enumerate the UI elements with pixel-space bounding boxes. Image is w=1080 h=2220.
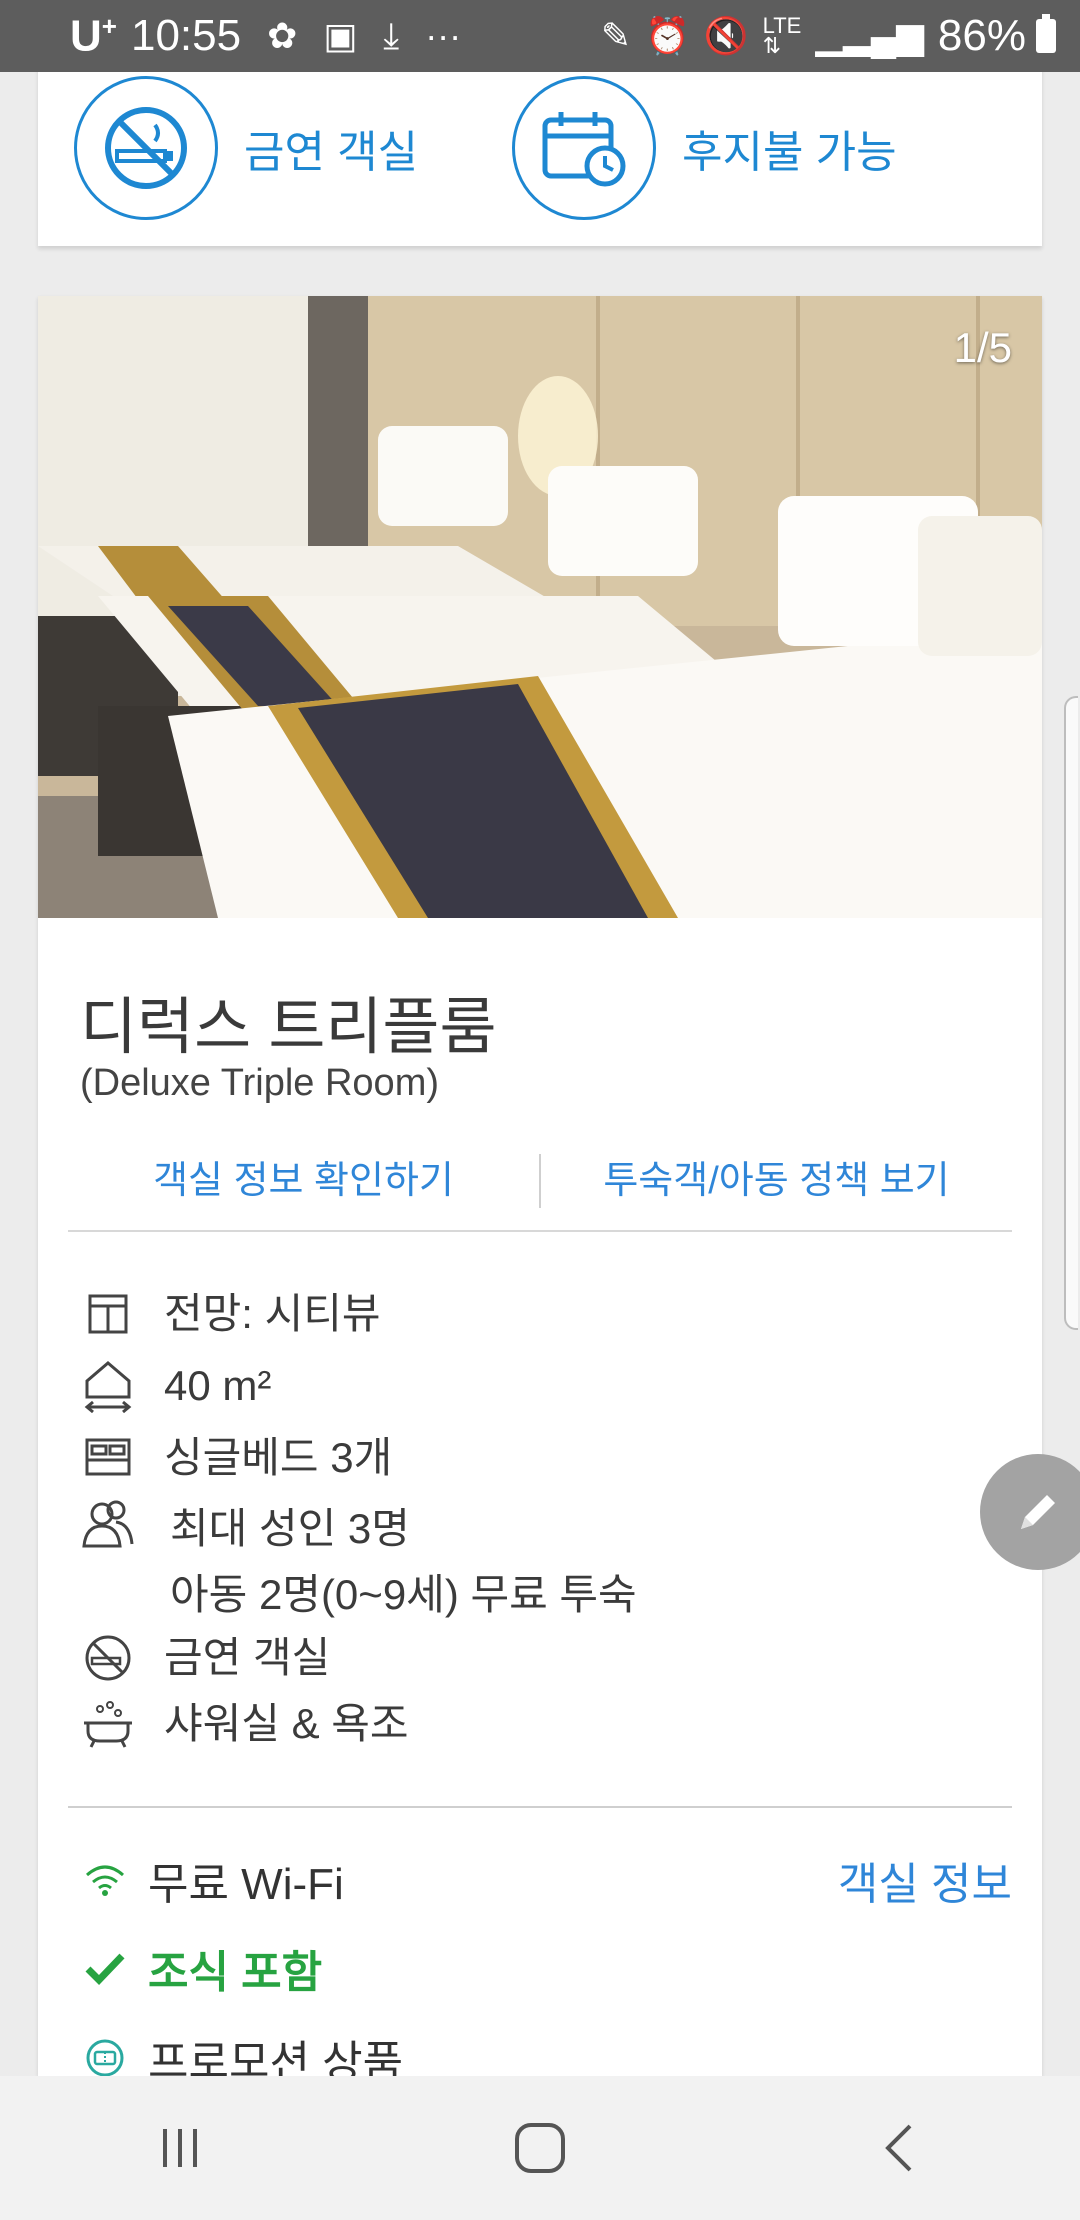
no-smoking-icon: [74, 76, 218, 220]
room-subtitle: (Deluxe Triple Room): [80, 1062, 439, 1104]
feature-label: 후지불 가능: [682, 128, 897, 177]
occupancy-text: 최대 성인 3명 아동 2명(0~9세) 무료 투숙: [164, 1496, 637, 1628]
occupancy-children: 아동 2명(0~9세) 무료 투숙: [170, 1571, 637, 1618]
detail-occupancy: 최대 성인 3명 아동 2명(0~9세) 무료 투숙: [80, 1496, 637, 1628]
room-photo[interactable]: 1/5: [38, 296, 1042, 918]
mute-icon: 🔇: [703, 15, 749, 56]
room-card: 1/5 디럭스 트리플룸 (Deluxe Triple Room) 객실 정보 …: [38, 296, 1042, 2087]
wifi-icon: [80, 1855, 130, 1905]
alarm-icon: ⏰: [644, 15, 690, 56]
detail-size: 40 m²: [80, 1358, 271, 1414]
lte-icon: LTE ⇅: [762, 13, 802, 58]
room-info-check-link[interactable]: 객실 정보 확인하기: [68, 1154, 539, 1230]
detail-size-text: 40 m²: [164, 1362, 272, 1409]
scrollbar[interactable]: [1064, 696, 1078, 1330]
home-icon: [515, 2123, 565, 2173]
window-icon: [80, 1286, 136, 1342]
status-time: 10:55: [130, 11, 242, 60]
notification-icon: ✿: [267, 15, 298, 56]
amenity-breakfast-text: 조식 포함: [148, 1948, 323, 1997]
back-icon: [885, 2124, 912, 2172]
detail-smoking-text: 금연 객실: [164, 1634, 331, 1681]
detail-smoking: 금연 객실: [80, 1630, 330, 1686]
amenity-breakfast: 조식 포함: [80, 1936, 322, 2000]
image-icon: ▣: [323, 15, 358, 56]
detail-beds: 싱글베드 3개: [80, 1430, 392, 1486]
detail-view-text: 전망: 시티뷰: [164, 1290, 381, 1337]
house-area-icon: [80, 1358, 136, 1414]
status-bar: U+ 10:55 ✿ ▣ ⤓ ··· ✎ ⏰ 🔇 LTE ⇅ ▁▂▄▆ 86%: [0, 0, 1080, 72]
detail-bath-text: 샤워실 & 욕조: [164, 1700, 409, 1747]
guest-policy-link[interactable]: 투숙객/아동 정책 보기: [541, 1154, 1012, 1230]
amenity-wifi: 무료 Wi-Fi: [80, 1848, 344, 1912]
bed-icon: [80, 1430, 136, 1486]
download-icon: ⤓: [383, 14, 400, 56]
feature-no-smoking: 금연 객실: [74, 76, 418, 220]
navigation-bar: [0, 2076, 1080, 2220]
battery-icon: [1036, 14, 1056, 53]
back-button[interactable]: [850, 2098, 950, 2198]
occupancy-adults: 최대 성인 3명: [170, 1505, 410, 1552]
bathtub-icon: [80, 1696, 136, 1752]
more-notifications-icon: ···: [425, 15, 462, 56]
checkmark-icon: [80, 1943, 130, 1993]
amenity-wifi-text: 무료 Wi-Fi: [148, 1860, 344, 1909]
no-smoking-icon: [80, 1630, 136, 1686]
detail-view: 전망: 시티뷰: [80, 1286, 381, 1342]
signal-icon: ▁▂▄▆: [815, 15, 924, 56]
detail-bath: 샤워실 & 욕조: [80, 1696, 409, 1752]
pencil-icon: [1021, 1495, 1055, 1529]
pen-icon: ✎: [600, 15, 631, 56]
feature-pay-later: 후지불 가능: [512, 76, 897, 220]
feature-label: 금연 객실: [244, 128, 419, 177]
recent-apps-icon: [163, 2129, 197, 2167]
detail-beds-text: 싱글베드 3개: [164, 1434, 393, 1481]
battery-percent: 86%: [937, 11, 1026, 60]
people-icon: [80, 1496, 136, 1552]
photo-counter: 1/5: [953, 324, 1012, 371]
home-button[interactable]: [490, 2098, 590, 2198]
room-links: 객실 정보 확인하기 투숙객/아동 정책 보기: [68, 1154, 1012, 1232]
room-title: 디럭스 트리플룸: [80, 993, 497, 1062]
room-info-link[interactable]: 객실 정보: [838, 1848, 1012, 1912]
section-divider: [68, 1806, 1012, 1808]
carrier-label: U+: [70, 10, 117, 61]
calendar-clock-icon: [512, 76, 656, 220]
room-photo-image: [38, 296, 1042, 918]
recent-apps-button[interactable]: [130, 2098, 230, 2198]
